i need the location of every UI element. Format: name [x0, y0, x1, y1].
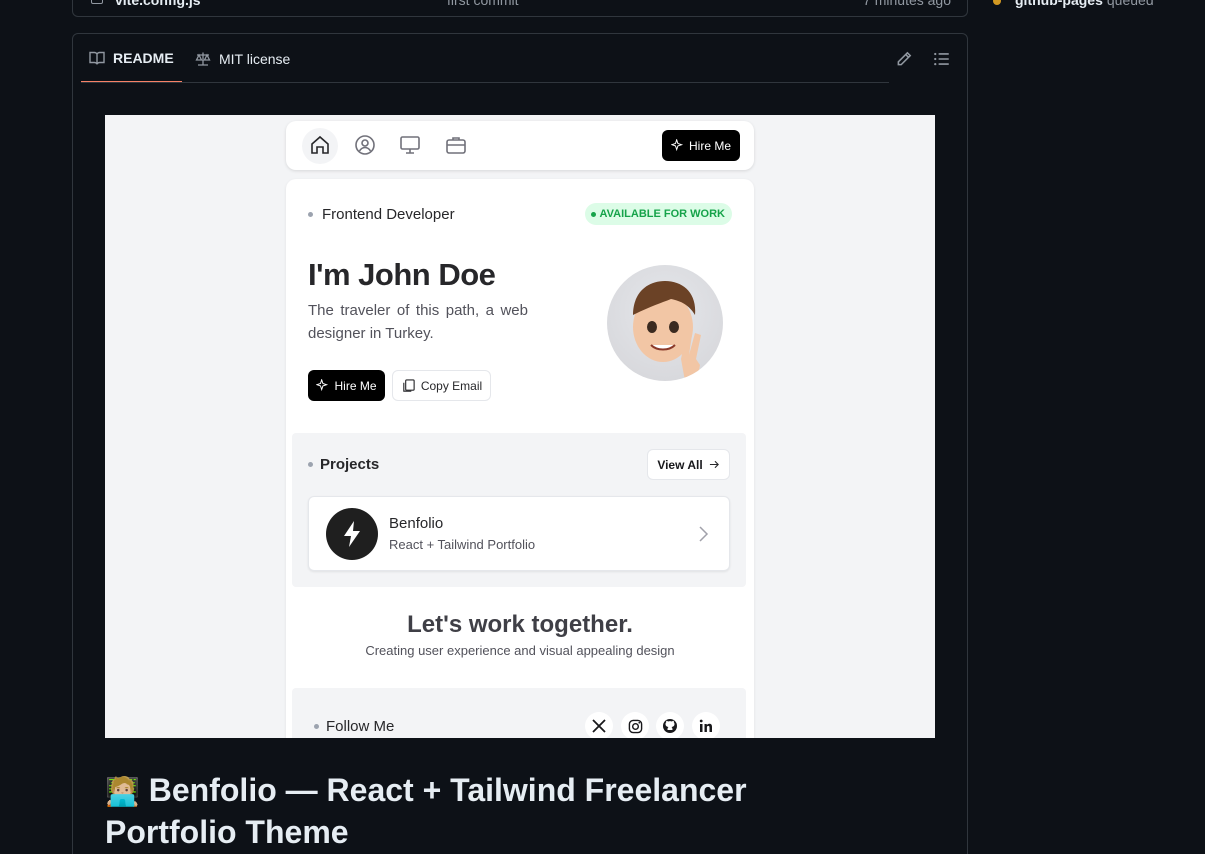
readme-heading: 🧑🏼‍💻 Benfolio — React + Tailwind Freelan… — [105, 770, 885, 852]
follow-section: Follow Me — [292, 688, 746, 738]
scale-icon — [195, 52, 211, 66]
deployment-name[interactable]: github-pages — [1015, 0, 1103, 8]
tab-license[interactable]: MIT license — [195, 34, 290, 83]
bolt-icon — [326, 508, 378, 560]
role-text: Frontend Developer — [308, 206, 455, 223]
deployment-state: queued — [1106, 0, 1154, 8]
project-subtitle: React + Tailwind Portfolio — [389, 537, 536, 552]
status-dot-icon — [993, 0, 1001, 6]
cta-subtitle: Creating user experience and visual appe… — [365, 643, 675, 658]
readme-tabs: README MIT license — [73, 34, 967, 83]
pencil-icon[interactable] — [895, 50, 913, 68]
arrow-right-icon — [709, 460, 719, 469]
project-item: Benfolio React + Tailwind Portfolio — [308, 496, 730, 571]
follow-title: Follow Me — [314, 718, 394, 735]
preview-navbar: Hire Me — [286, 121, 754, 170]
user-icon — [355, 135, 375, 155]
book-icon — [89, 51, 105, 65]
available-badge: AVAILABLE FOR WORK — [584, 203, 732, 225]
linkedin-icon — [692, 712, 720, 738]
profile-description: The traveler of this path, a web designe… — [308, 302, 528, 342]
monitor-icon — [400, 136, 420, 154]
profile-card: Frontend Developer AVAILABLE FOR WORK I'… — [286, 179, 754, 738]
commit-date: 7 minutes ago — [863, 0, 951, 8]
nav-hire-button: Hire Me — [662, 130, 740, 161]
github-icon — [656, 712, 684, 738]
x-icon — [585, 712, 613, 738]
tab-readme[interactable]: README — [81, 34, 182, 83]
memoji-avatar — [633, 281, 701, 381]
file-row[interactable]: vite.config.js first commit 7 minutes ag… — [72, 0, 968, 17]
sparkle-icon — [670, 139, 684, 152]
technologist-emoji: 🧑🏼‍💻 — [105, 776, 140, 807]
tab-license-label: MIT license — [219, 50, 291, 67]
deployment-status[interactable]: github-pages queued — [993, 0, 1154, 8]
projects-title: Projects — [308, 456, 379, 473]
avatar — [607, 265, 723, 381]
readme-heading-text: Benfolio — React + Tailwind Freelancer P… — [105, 772, 747, 850]
copy-icon — [403, 379, 415, 392]
portfolio-mockup: Hire Me Frontend Developer AVAILABLE FOR… — [286, 115, 754, 738]
cta-title: Let's work together. — [407, 611, 633, 638]
view-all-button: View All — [647, 449, 730, 480]
home-icon — [311, 135, 329, 154]
tab-divider — [81, 82, 889, 83]
nav-hire-label: Hire Me — [688, 138, 731, 153]
briefcase-icon — [446, 137, 466, 154]
project-name: Benfolio — [389, 515, 444, 532]
file-icon — [91, 0, 103, 4]
instagram-icon — [621, 712, 649, 738]
chevron-right-icon — [699, 526, 709, 542]
readme-preview-image: Hire Me Frontend Developer AVAILABLE FOR… — [105, 115, 935, 738]
projects-section: Projects View All Benfolio React + Tailw… — [292, 433, 746, 587]
commit-message[interactable]: first commit — [447, 0, 519, 8]
copy-email-button: Copy Email — [392, 370, 491, 401]
list-icon[interactable] — [933, 50, 951, 68]
sparkle-icon — [316, 379, 329, 392]
file-name[interactable]: vite.config.js — [115, 0, 201, 8]
hire-me-button: Hire Me — [308, 370, 385, 401]
profile-name: I'm John Doe — [308, 257, 496, 292]
tab-readme-label: README — [113, 49, 174, 66]
